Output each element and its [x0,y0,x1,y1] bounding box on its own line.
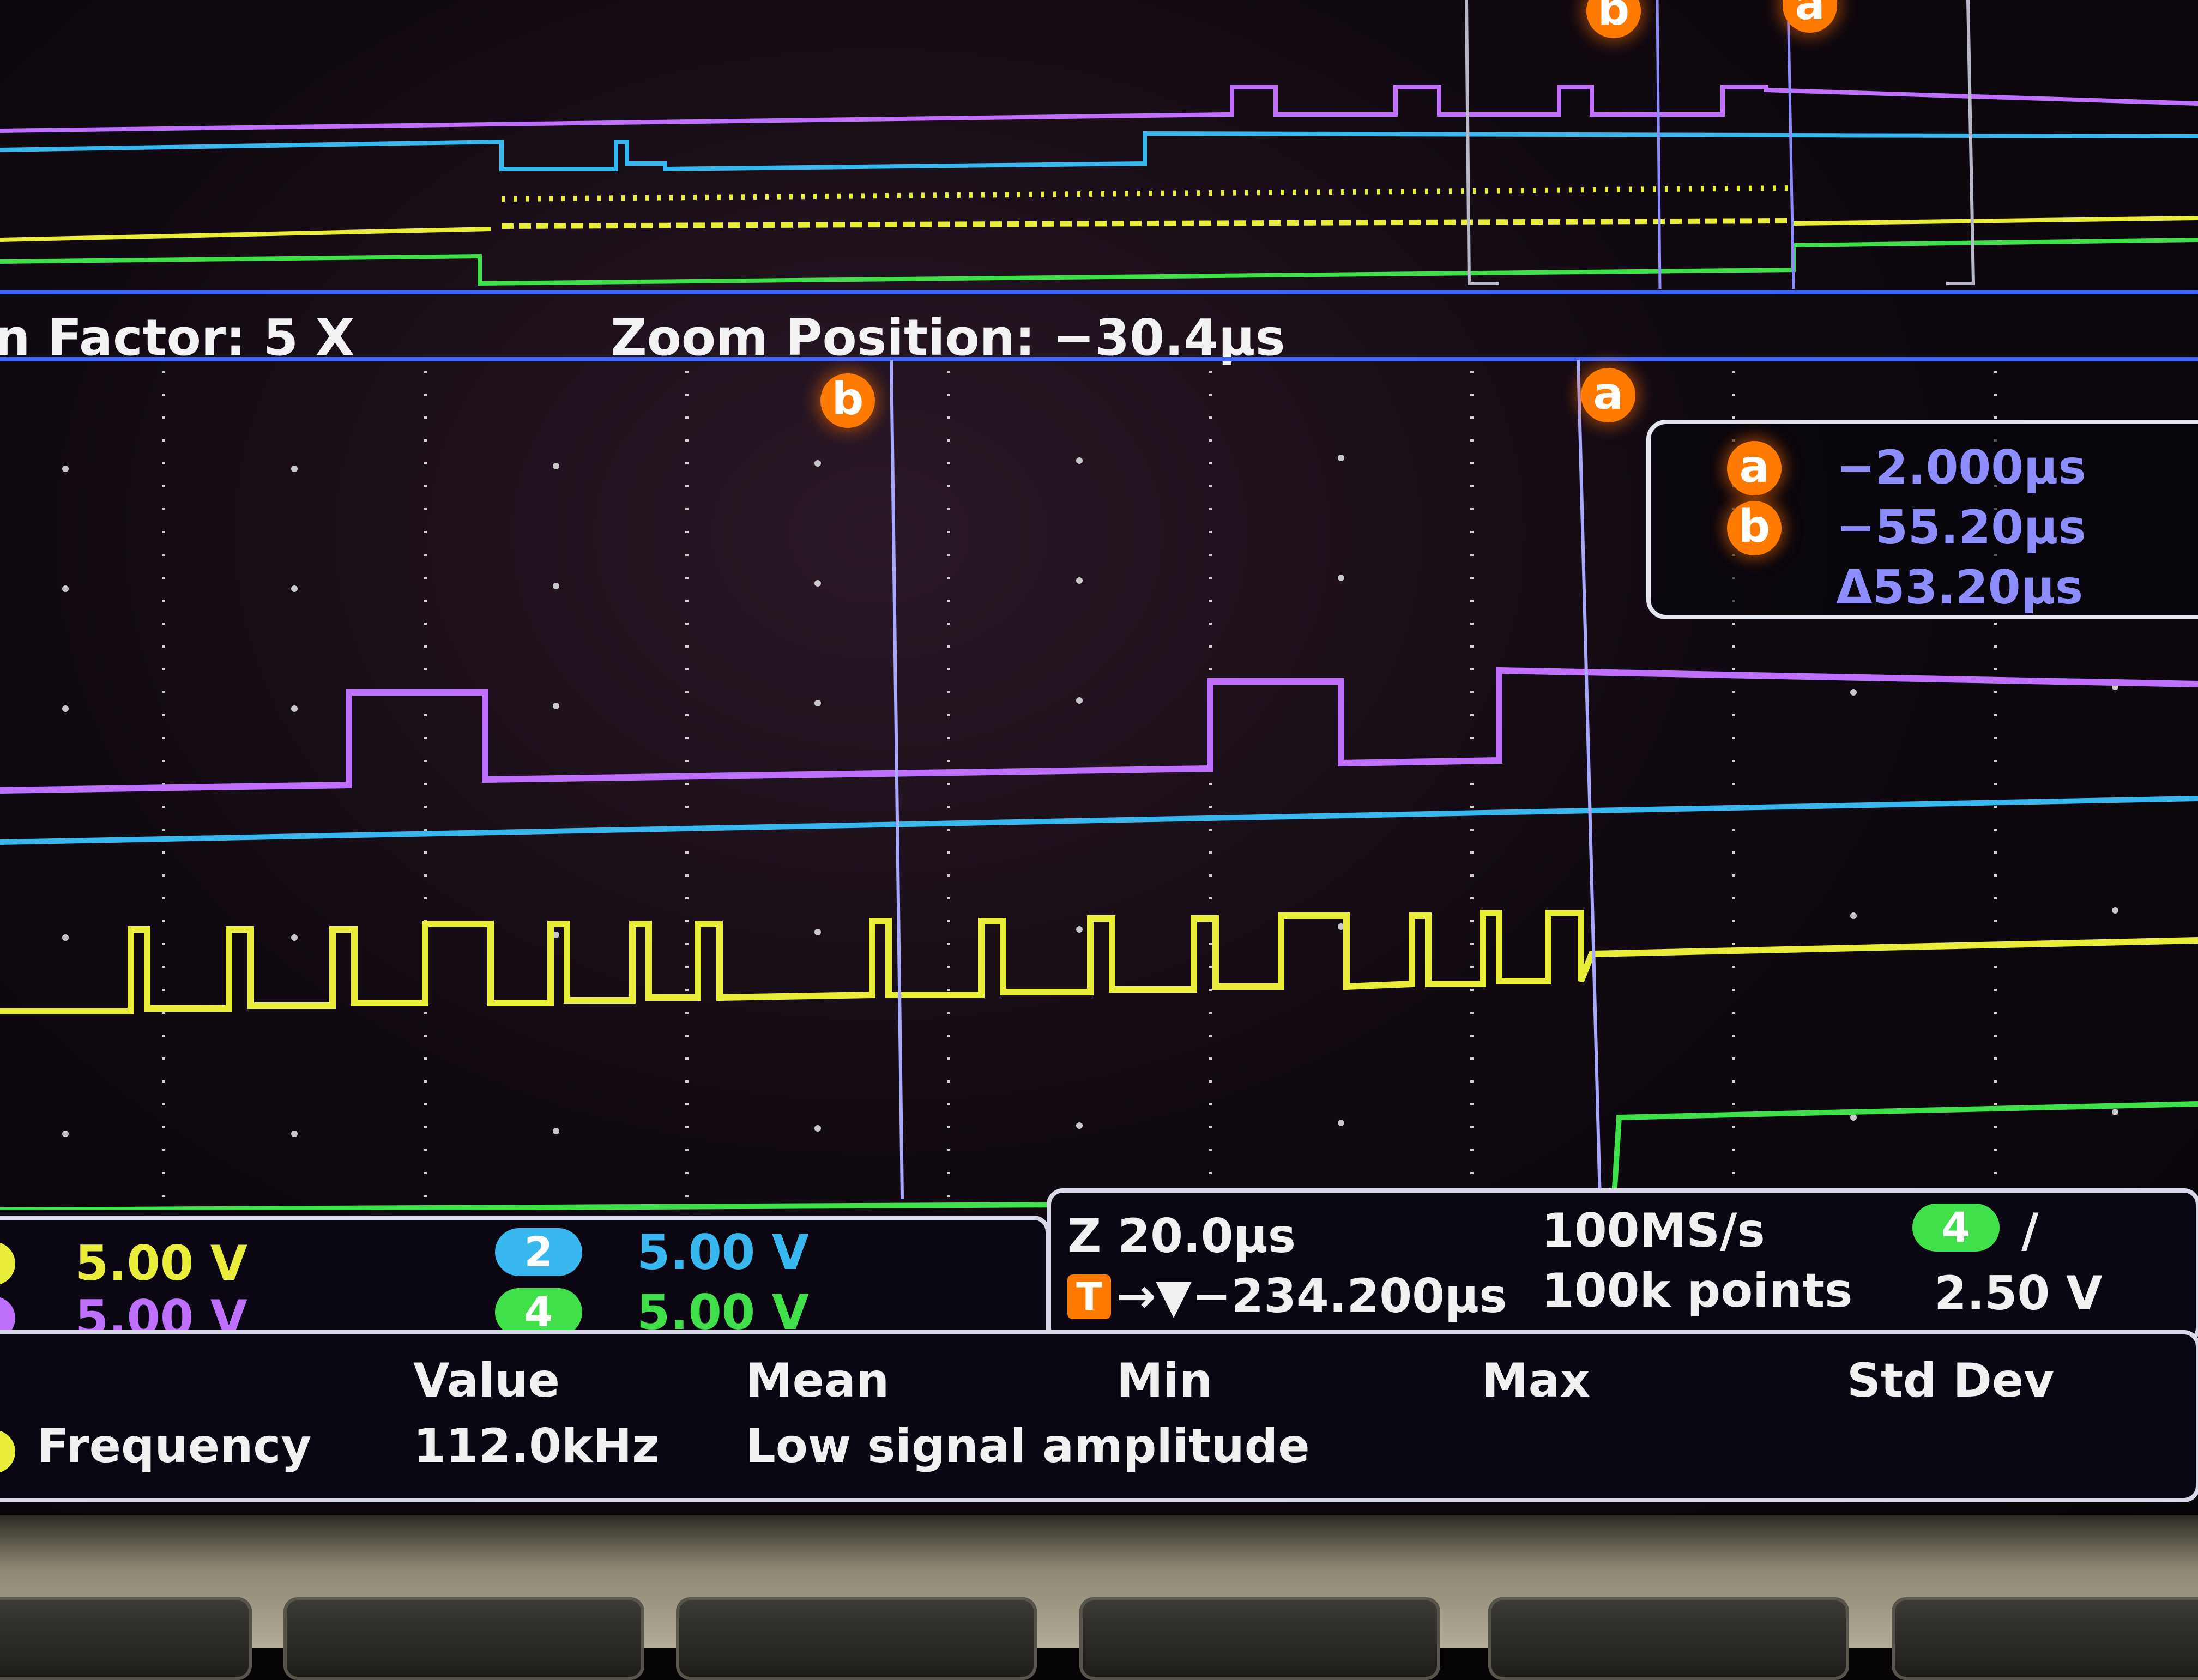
softkey-1[interactable] [0,1597,252,1680]
trigger-position[interactable]: →▼−234.200μs [1116,1266,1507,1326]
ch1-marker-icon [0,1242,15,1285]
ch4-badge[interactable]: 4 [495,1288,582,1336]
cursor-delta-row: Δ53.20μs [1651,558,2198,618]
ch2-badge[interactable]: 2 [495,1228,582,1276]
timebase-trigger-bar[interactable]: Z 20.0μs T →▼−234.200μs 100MS/s 100k poi… [1047,1188,2198,1344]
meas-status-note: Low signal amplitude [746,1419,1310,1473]
record-length[interactable]: 100k points [1542,1261,1852,1321]
meas-header-min: Min [1116,1353,1213,1408]
softkey-4[interactable] [1079,1597,1440,1680]
cursor-b-row: b −55.20μs [1651,498,2198,558]
zoom-timescale[interactable]: Z 20.0μs [1067,1206,1296,1266]
softkey-3[interactable] [676,1597,1037,1680]
cursor-delta-time: Δ53.20μs [1836,560,2084,615]
cursor-a-time: −2.000μs [1836,440,2086,495]
softkey-5[interactable] [1488,1597,1849,1680]
meas-header-stddev: Std Dev [1847,1353,2055,1408]
cursor-b-readout-badge: b [1727,501,1782,555]
meas-ch1-marker-icon [0,1430,15,1473]
cursor-b-line [890,360,904,1200]
meas-header-value: Value [413,1353,560,1408]
softkey-6[interactable] [1892,1597,2198,1680]
cursor-a-line [1577,360,1602,1200]
cursor-b-badge[interactable]: b [820,373,875,428]
cursor-a-row: a −2.000μs [1651,438,2198,498]
cursor-b-time: −55.20μs [1836,500,2086,555]
ch2-scale[interactable]: 5.00 V [637,1223,809,1283]
meas-name[interactable]: Frequency [37,1416,311,1476]
meas-value: 112.0kHz [413,1419,660,1473]
meas-header-max: Max [1482,1353,1591,1408]
oscilloscope-screen: b a n Factor: 5 X Zoom Position: −30.4μs [0,0,2198,1526]
sample-rate: 100MS/s [1542,1204,1765,1258]
overview-traces [0,0,2198,289]
trigger-position-icon: T [1067,1274,1111,1319]
meas-header-mean: Mean [746,1353,890,1408]
overview-divider [0,290,2198,294]
cursor-a-readout-badge: a [1727,441,1782,495]
cursor-a-badge[interactable]: a [1581,368,1635,422]
trigger-slope-icon: / [2021,1204,2039,1258]
softkey-2[interactable] [283,1597,644,1680]
ch1-scale[interactable]: 5.00 V [75,1234,247,1294]
trigger-level[interactable]: 2.50 V [1934,1264,2103,1324]
cursor-readout-panel[interactable]: a −2.000μs b −55.20μs Δ53.20μs [1646,420,2198,619]
overview-waveform: b a [0,0,2198,305]
measurement-panel[interactable]: Value Mean Min Max Std Dev Frequency 112… [0,1330,2198,1502]
trigger-source-badge[interactable]: 4 [1912,1204,2000,1252]
